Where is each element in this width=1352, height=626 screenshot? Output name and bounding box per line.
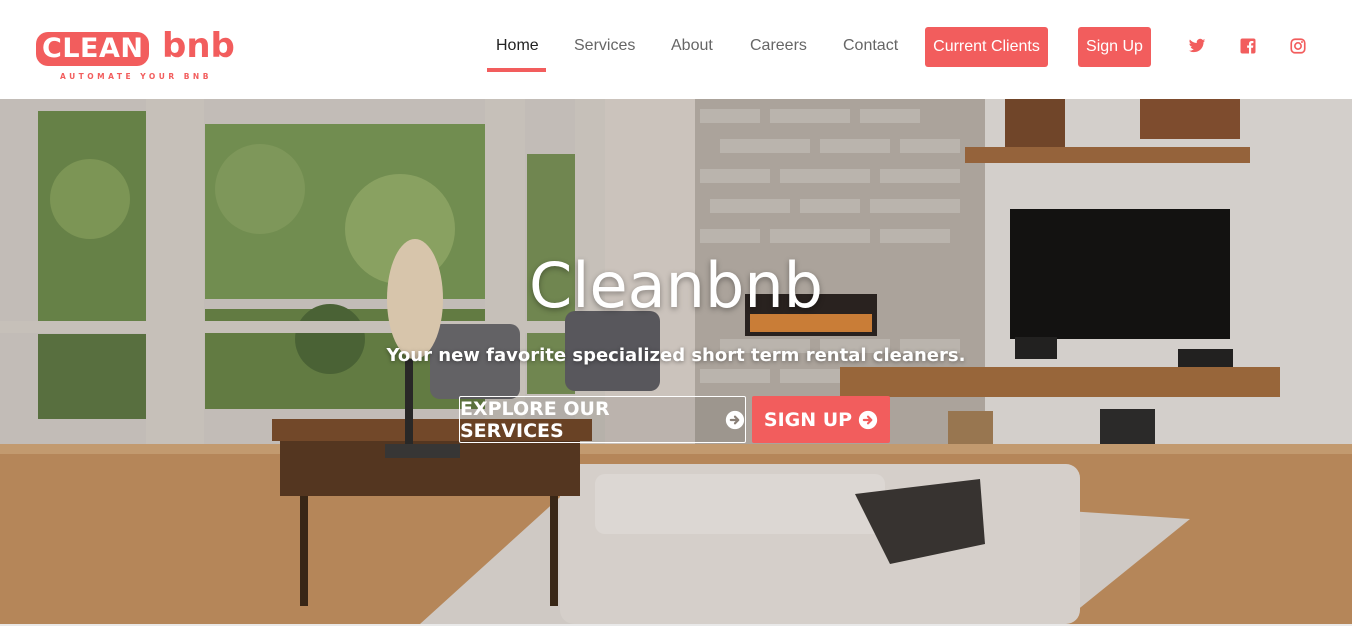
hero-sign-up-label: SIGN UP (763, 408, 853, 431)
hero-section: Cleanbnb Your new favorite specialized s… (0, 99, 1352, 624)
nav-home[interactable]: Home (496, 36, 539, 56)
nav-services[interactable]: Services (574, 36, 635, 56)
hero-title: Cleanbnb (529, 249, 823, 322)
current-clients-button[interactable]: Current Clients (925, 27, 1048, 67)
nav-careers[interactable]: Careers (750, 36, 807, 56)
facebook-icon[interactable] (1239, 37, 1257, 55)
hero-sign-up-button[interactable]: SIGN UP (752, 396, 890, 443)
instagram-icon[interactable] (1289, 37, 1307, 55)
nav-active-underline (487, 68, 546, 72)
logo-clean-box: CLEAN (36, 32, 150, 66)
arrow-circle-right-icon (725, 410, 745, 429)
nav-about[interactable]: About (671, 36, 713, 56)
nav-contact[interactable]: Contact (843, 36, 898, 56)
site-header: CLEAN bnb AUTOMATE YOUR BNB Home Service… (0, 0, 1352, 99)
twitter-icon[interactable] (1188, 37, 1206, 55)
logo-bnb-text: bnb (162, 26, 235, 66)
explore-services-label: EXPLORE OUR SERVICES (460, 397, 610, 442)
arrow-circle-right-icon (858, 410, 878, 429)
sign-up-button[interactable]: Sign Up (1078, 27, 1151, 67)
brand-logo[interactable]: CLEAN bnb AUTOMATE YOUR BNB (36, 26, 246, 84)
logo-tagline: AUTOMATE YOUR BNB (60, 72, 212, 81)
hero-subtitle: Your new favorite specialized short term… (386, 345, 966, 366)
explore-services-button[interactable]: EXPLORE OUR SERVICES (459, 396, 746, 443)
